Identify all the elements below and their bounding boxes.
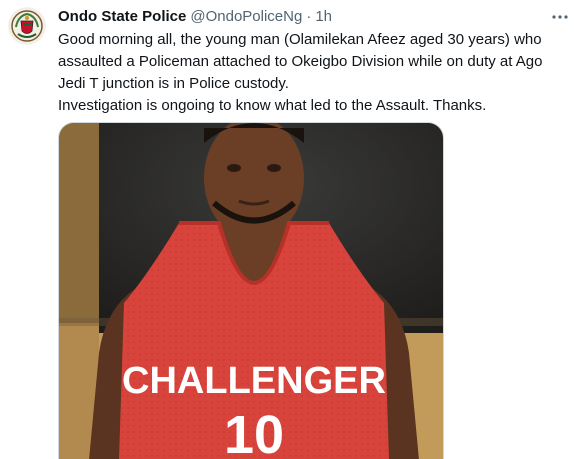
- tweet-text-paragraph: Investigation is ongoing to know what le…: [58, 97, 487, 114]
- tweet-text-paragraph: Good morning all, the young man (Olamile…: [58, 31, 543, 92]
- tweet-photo[interactable]: CHALLENGER 10: [58, 122, 444, 459]
- more-horizontal-icon: [552, 15, 568, 19]
- author-handle[interactable]: @OndoPoliceNg: [190, 7, 302, 27]
- author-avatar[interactable]: [8, 7, 46, 45]
- jersey-text: CHALLENGER: [122, 360, 386, 402]
- police-crest-icon: [8, 7, 46, 45]
- tweet-card[interactable]: Ondo State Police @OndoPoliceNg · 1h Goo…: [0, 0, 574, 459]
- jersey-number: 10: [224, 405, 284, 459]
- tweet-timestamp[interactable]: 1h: [315, 7, 332, 27]
- author-name[interactable]: Ondo State Police: [58, 7, 186, 27]
- tweet-text: Good morning all, the young man (Olamile…: [58, 29, 568, 117]
- suspect-photo: CHALLENGER 10: [59, 123, 443, 459]
- more-options-button[interactable]: [551, 8, 569, 26]
- header-separator: ·: [306, 8, 312, 25]
- tweet-header: Ondo State Police @OndoPoliceNg · 1h: [58, 7, 332, 27]
